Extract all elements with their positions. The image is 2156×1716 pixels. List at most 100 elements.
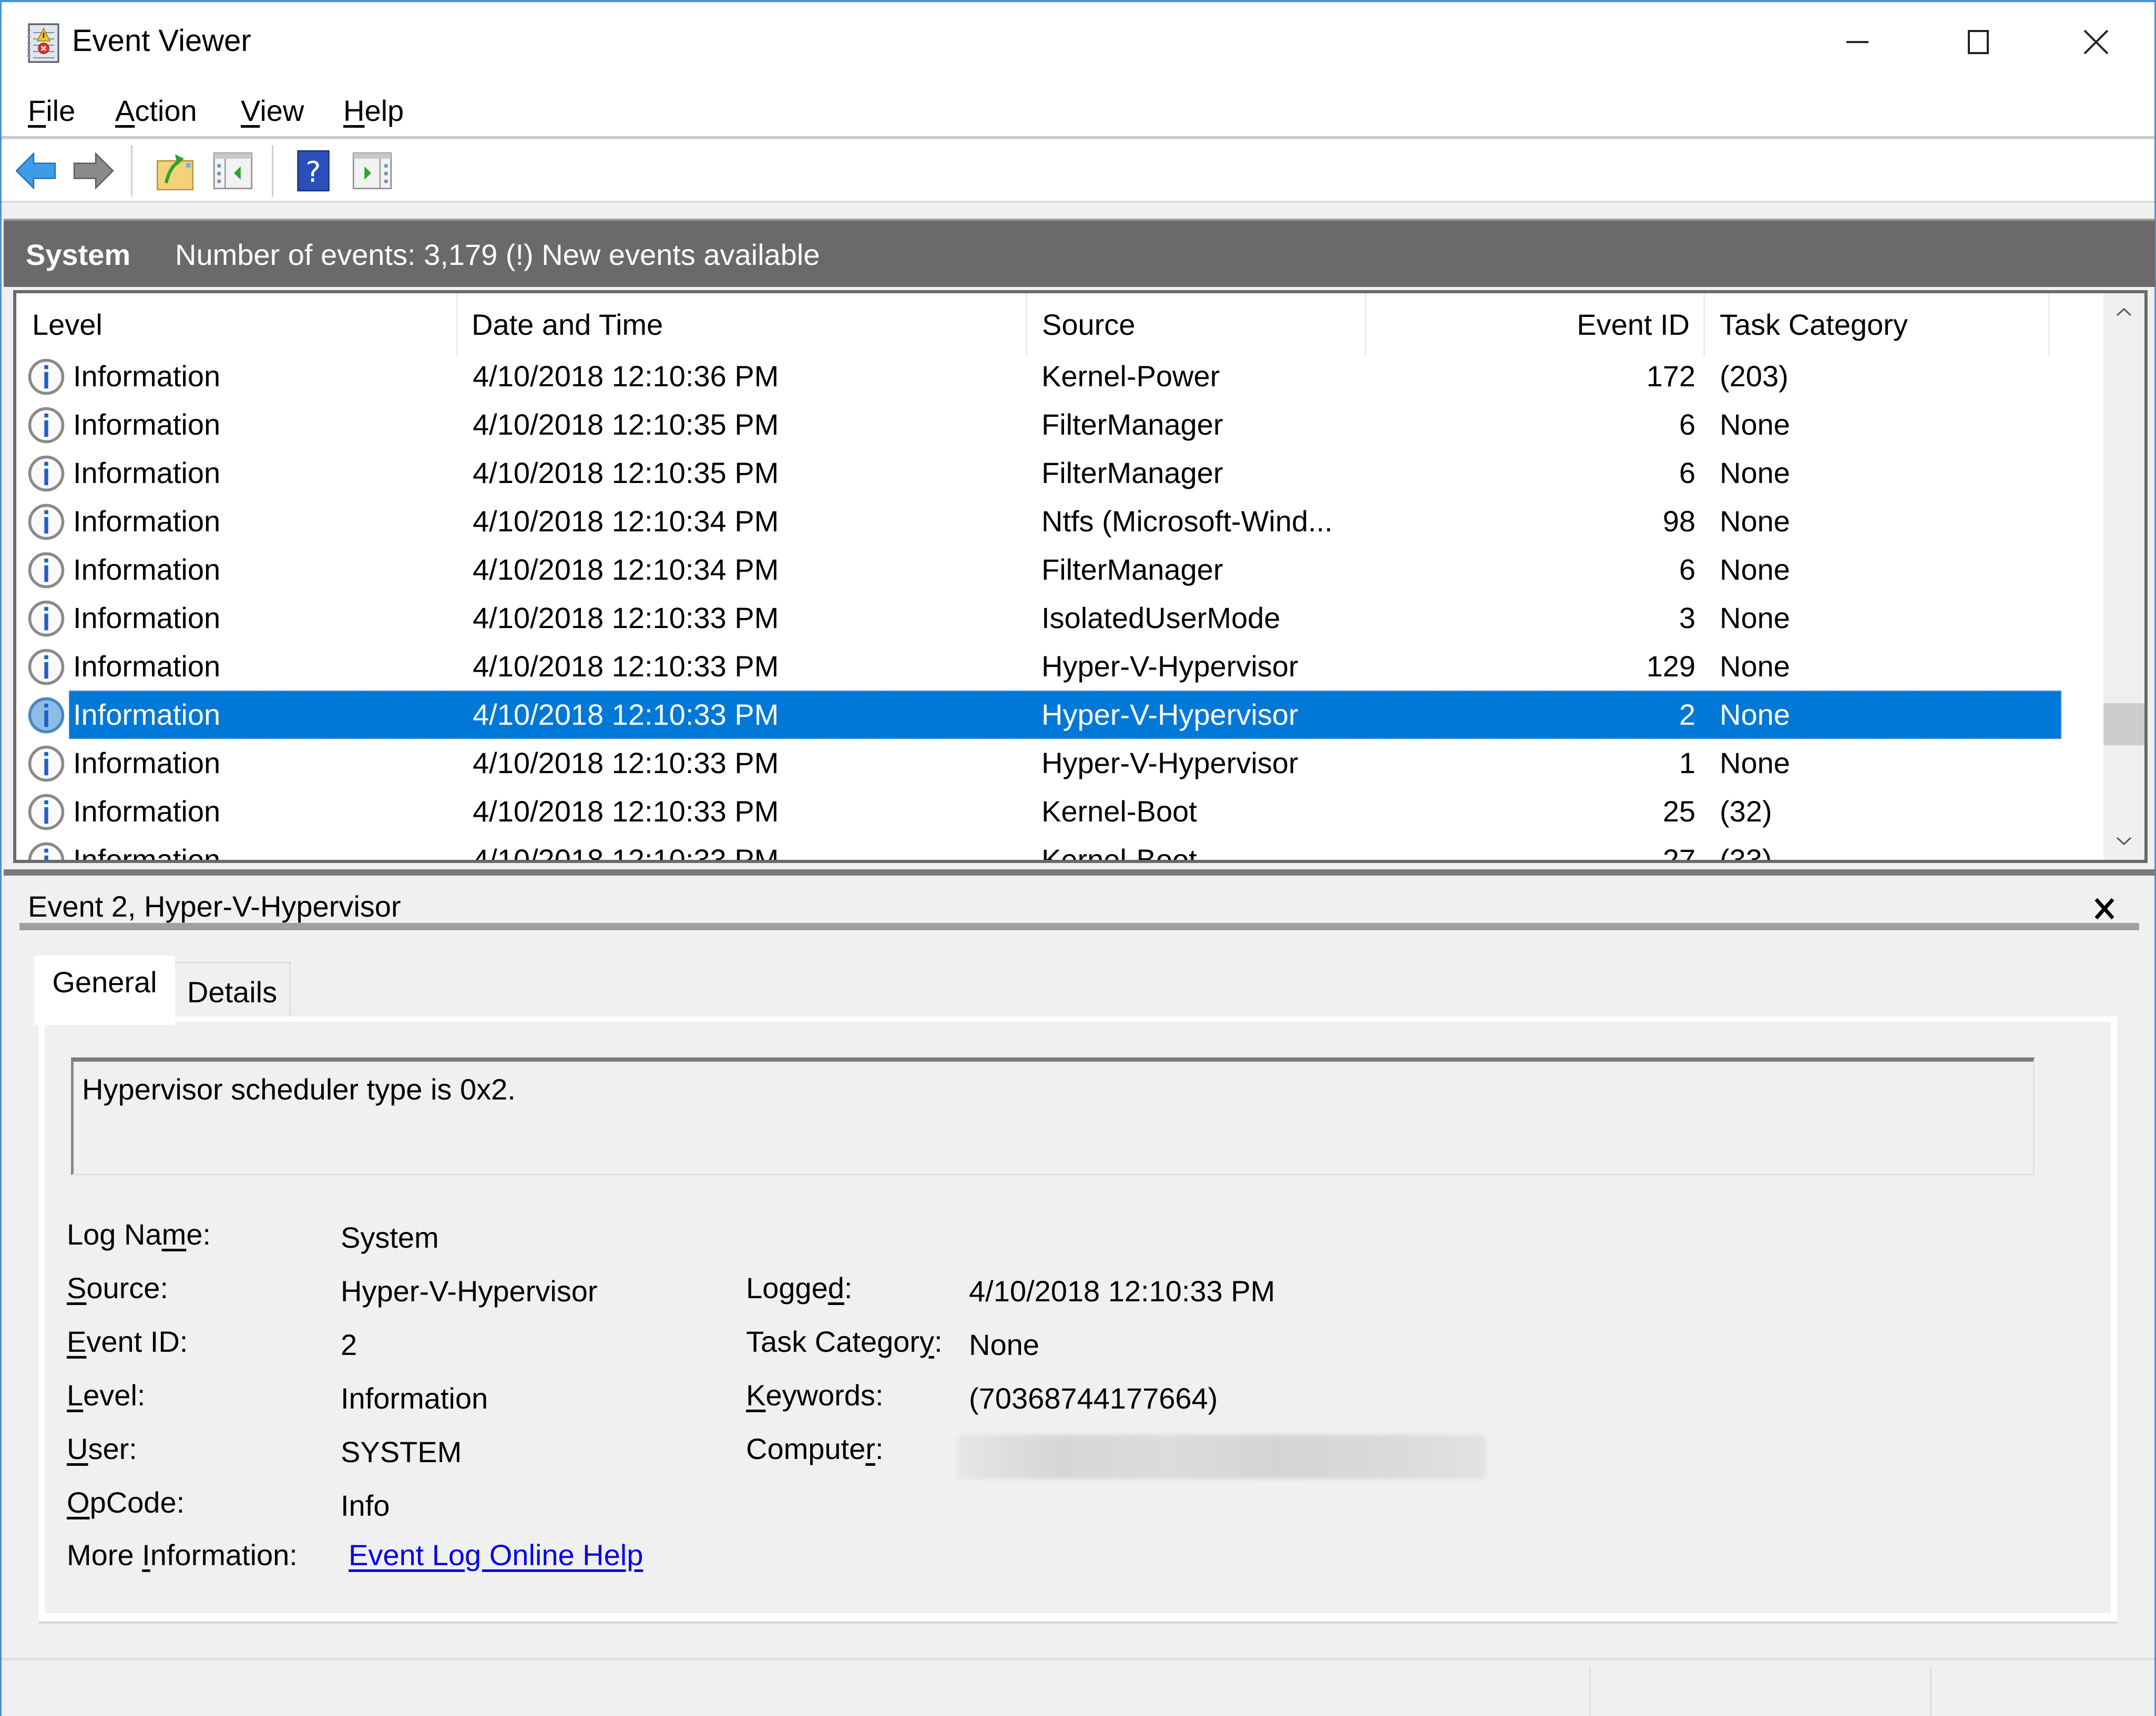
tab-general[interactable]: General [34,955,175,1025]
menu-help[interactable]: Help [343,94,404,128]
cell-source: Kernel-Boot [1041,795,1197,828]
field-value-computer-redacted [957,1435,1486,1479]
cell-source: Hyper-V-Hypervisor [1041,698,1299,731]
information-icon [28,745,65,782]
information-icon [28,697,65,734]
column-header-event-id[interactable]: Event ID [1366,293,1705,356]
table-row[interactable]: Information 4/10/2018 12:10:33 PM Kernel-B… [16,787,2103,836]
show-hide-action-pane-button[interactable] [349,147,396,194]
cell-level: Information [73,456,221,489]
cell-source: FilterManager [1041,408,1223,441]
menu-view[interactable]: View [241,94,304,128]
cell-event-id: 27 [1662,843,1695,863]
information-icon [28,407,65,444]
back-button[interactable] [12,147,59,194]
cell-event-id: 6 [1679,456,1695,489]
scroll-down-button[interactable] [2103,823,2144,860]
cell-event-id: 2 [1679,698,1695,731]
table-row[interactable]: Information 4/10/2018 12:10:33 PM Hyper-V-… [16,642,2103,691]
cell-level: Information [73,359,221,393]
close-icon [2094,898,2114,920]
chevron-up-icon [2116,307,2132,316]
column-header-task-category[interactable]: Task Category [1705,293,2050,356]
cell-task-category: None [1720,505,1790,538]
cell-level: Information [73,601,221,634]
tab-details[interactable]: Details [175,962,291,1020]
table-row[interactable]: Information 4/10/2018 12:10:35 PM FilterMa… [16,449,2103,497]
maximize-button[interactable] [1918,2,2039,82]
cell-task-category: None [1720,601,1790,634]
log-name: System [26,238,131,271]
table-scrollbar[interactable] [2103,293,2144,860]
cell-task-category: None [1720,698,1790,731]
cell-event-id: 6 [1679,553,1695,586]
cell-date-time: 4/10/2018 12:10:34 PM [473,505,779,538]
field-label-level: Level: [67,1379,146,1412]
details-divider [19,923,2139,930]
table-row[interactable]: Information 4/10/2018 12:10:35 PM FilterMa… [16,400,2103,449]
event-log-online-help-link[interactable]: Event Log Online Help [349,1538,643,1572]
toolbar-separator [131,145,132,197]
menu-view-accel: V [241,94,260,127]
event-description: Hypervisor scheduler type is 0x2. [82,1073,516,1106]
field-label-computer: Computer: [746,1432,884,1465]
cell-task-category: None [1720,456,1790,489]
action-pane-icon [352,152,392,189]
field-label-logged: Logged: [746,1271,853,1304]
table-row[interactable]: Information 4/10/2018 12:10:33 PM Kernel-B… [16,836,2103,863]
column-header-date-time[interactable]: Date and Time [458,293,1027,356]
details-close-button[interactable] [2089,890,2120,927]
title-bar[interactable]: Event Viewer [2,2,2154,82]
cell-level: Information [73,650,221,683]
table-row[interactable]: Information 4/10/2018 12:10:36 PM Kernel-P… [16,352,2103,400]
information-icon [28,842,65,860]
cell-date-time: 4/10/2018 12:10:33 PM [473,843,779,863]
cell-event-id: 6 [1679,408,1695,441]
table-row[interactable]: Information 4/10/2018 12:10:34 PM Ntfs (Mi… [16,497,2103,546]
cell-date-time: 4/10/2018 12:10:35 PM [473,456,779,489]
forward-button[interactable] [70,147,117,194]
cell-task-category: (203) [1720,359,1789,393]
table-row-selected[interactable]: Information 4/10/2018 12:10:33 PM Hyper-V-… [16,691,2103,739]
back-arrow-icon [15,152,56,190]
menu-help-label: elp [364,94,404,127]
menu-file-label: ile [46,94,76,127]
status-bar-separator [1589,1667,1591,1716]
column-header-level[interactable]: Level [16,293,458,356]
pane-splitter[interactable] [4,869,2155,876]
cell-event-id: 1 [1679,746,1695,779]
help-icon: ? [297,150,330,192]
field-value-source: Hyper-V-Hypervisor [341,1275,598,1308]
table-row[interactable]: Information 4/10/2018 12:10:33 PM Isolated… [16,594,2103,642]
information-icon [28,455,65,492]
menu-bar: File Action View Help [2,82,2154,139]
table-row[interactable]: Information 4/10/2018 12:10:34 PM FilterMa… [16,546,2103,594]
menu-view-label: iew [260,94,304,127]
up-one-level-button[interactable] [151,147,199,194]
cell-task-category: None [1720,408,1790,441]
cell-task-category: None [1720,650,1790,683]
cell-date-time: 4/10/2018 12:10:33 PM [473,795,779,828]
field-value-event-id: 2 [341,1328,357,1361]
cell-source: Hyper-V-Hypervisor [1041,746,1299,779]
cell-level: Information [73,553,221,586]
close-button[interactable] [2036,2,2156,82]
cell-event-id: 129 [1646,650,1695,683]
scroll-thumb[interactable] [2103,703,2144,745]
field-label-source: Source: [67,1271,168,1304]
minimize-button[interactable] [1797,2,1918,82]
menu-action[interactable]: Action [115,94,197,128]
status-bar-separator [1930,1667,1932,1716]
cell-task-category: (32) [1720,795,1772,828]
cell-source: FilterManager [1041,553,1223,586]
cell-date-time: 4/10/2018 12:10:33 PM [473,601,779,634]
table-row[interactable]: Information 4/10/2018 12:10:33 PM Hyper-V-… [16,739,2103,787]
field-label-log-name: Log Name: [67,1218,211,1251]
column-header-source[interactable]: Source [1027,293,1366,356]
event-description-box[interactable]: Hypervisor scheduler type is 0x2. [71,1057,2035,1175]
cell-date-time: 4/10/2018 12:10:33 PM [473,698,779,731]
help-button[interactable]: ? [290,147,337,194]
scroll-up-button[interactable] [2103,293,2144,330]
menu-file[interactable]: File [28,94,75,128]
show-hide-console-tree-button[interactable] [209,147,257,194]
